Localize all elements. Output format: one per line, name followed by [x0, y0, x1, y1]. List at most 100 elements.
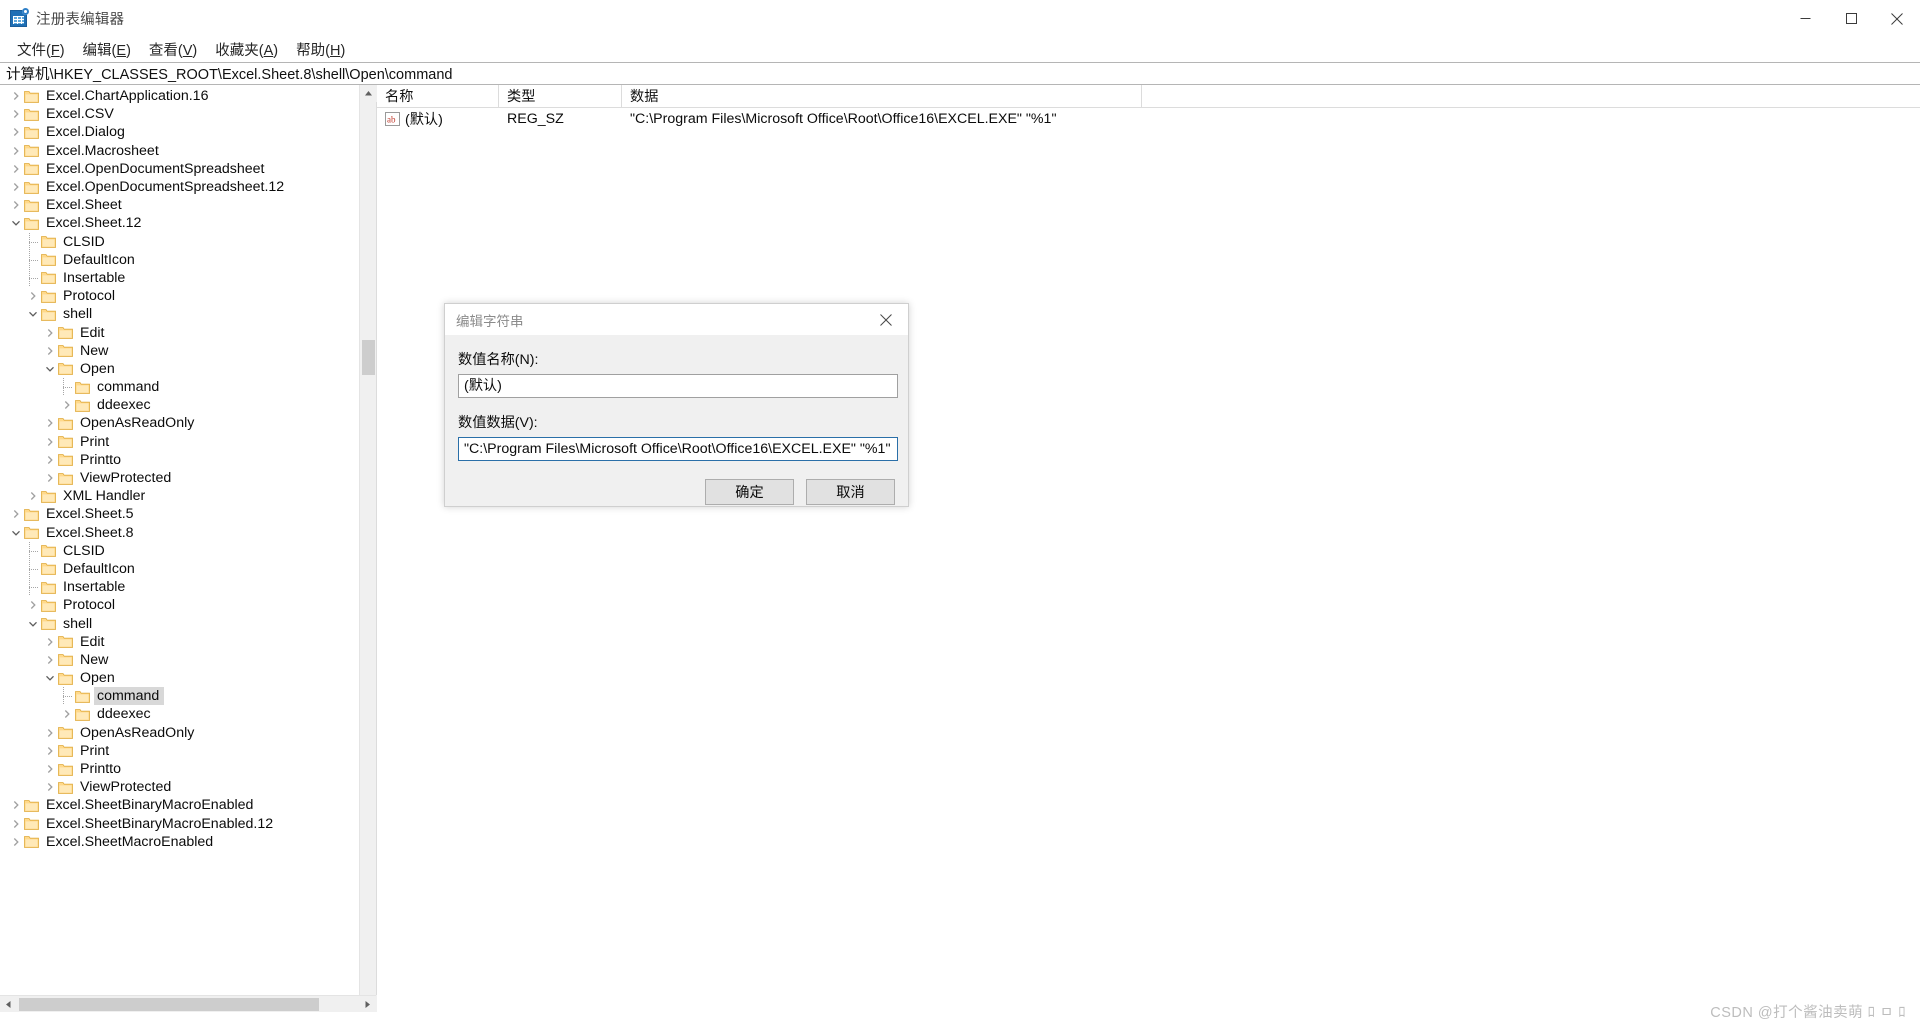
maximize-button[interactable]: [1828, 0, 1874, 37]
tree-item-printto[interactable]: Printto: [0, 760, 376, 778]
tree-item-defaulticon[interactable]: DefaultIcon: [0, 251, 376, 269]
chevron-right-icon[interactable]: [42, 451, 58, 469]
value-name-input[interactable]: (默认): [458, 374, 898, 398]
chevron-right-icon[interactable]: [42, 633, 58, 651]
menu-item-help[interactable]: 帮助(H): [287, 37, 354, 62]
tree-item-shell[interactable]: shell: [0, 614, 376, 632]
scroll-up-arrow-icon[interactable]: [360, 85, 377, 102]
menu-item-favorites[interactable]: 收藏夹(A): [206, 37, 287, 62]
tree-item-excel-csv[interactable]: Excel.CSV: [0, 105, 376, 123]
tree-item-insertable[interactable]: Insertable: [0, 578, 376, 596]
chevron-down-icon[interactable]: [25, 615, 41, 633]
column-header-type[interactable]: 类型: [499, 85, 622, 107]
tree-item-excel-opendocumentspreadsheet-12[interactable]: Excel.OpenDocumentSpreadsheet.12: [0, 178, 376, 196]
address-bar[interactable]: 计算机\HKEY_CLASSES_ROOT\Excel.Sheet.8\shel…: [0, 62, 1920, 85]
tree-item-ddeexec[interactable]: ddeexec: [0, 396, 376, 414]
tree-item-excel-dialog[interactable]: Excel.Dialog: [0, 123, 376, 141]
chevron-right-icon[interactable]: [8, 178, 24, 196]
chevron-right-icon[interactable]: [8, 123, 24, 141]
tree-item-protocol[interactable]: Protocol: [0, 596, 376, 614]
chevron-right-icon[interactable]: [8, 142, 24, 160]
chevron-right-icon[interactable]: [8, 815, 24, 833]
chevron-right-icon[interactable]: [42, 760, 58, 778]
chevron-right-icon[interactable]: [8, 833, 24, 851]
chevron-right-icon[interactable]: [25, 596, 41, 614]
tree-horizontal-scrollbar[interactable]: [0, 995, 376, 1012]
tree-hscrollbar-thumb[interactable]: [19, 998, 319, 1011]
column-header-name[interactable]: 名称: [377, 85, 499, 107]
tree-item-printto[interactable]: Printto: [0, 451, 376, 469]
chevron-right-icon[interactable]: [8, 796, 24, 814]
tree-item-defaulticon[interactable]: DefaultIcon: [0, 560, 376, 578]
tree-item-excel-macrosheet[interactable]: Excel.Macrosheet: [0, 142, 376, 160]
chevron-right-icon[interactable]: [25, 487, 41, 505]
tree-item-open[interactable]: Open: [0, 360, 376, 378]
registry-tree[interactable]: Excel.ChartApplication.16 Excel.CSV Excel.…: [0, 85, 376, 995]
chevron-right-icon[interactable]: [42, 433, 58, 451]
menu-item-view[interactable]: 查看(V): [140, 37, 206, 62]
chevron-right-icon[interactable]: [8, 505, 24, 523]
chevron-down-icon[interactable]: [42, 669, 58, 687]
tree-item-openasreadonly[interactable]: OpenAsReadOnly: [0, 724, 376, 742]
chevron-right-icon[interactable]: [42, 742, 58, 760]
table-row[interactable]: ab (默认) REG_SZ "C:\Program Files\Microso…: [377, 108, 1920, 130]
tree-item-excel-chartapplication-16[interactable]: Excel.ChartApplication.16: [0, 87, 376, 105]
chevron-down-icon[interactable]: [42, 360, 58, 378]
tree-item-edit[interactable]: Edit: [0, 323, 376, 341]
tree-item-insertable[interactable]: Insertable: [0, 269, 376, 287]
chevron-down-icon[interactable]: [25, 305, 41, 323]
tree-item-open[interactable]: Open: [0, 669, 376, 687]
tree-item-excel-sheet-5[interactable]: Excel.Sheet.5: [0, 505, 376, 523]
chevron-right-icon[interactable]: [42, 342, 58, 360]
tree-item-print[interactable]: Print: [0, 742, 376, 760]
tree-item-command[interactable]: command: [0, 378, 376, 396]
tree-item-excel-sheetmacroenabled[interactable]: Excel.SheetMacroEnabled: [0, 833, 376, 851]
menu-item-file[interactable]: 文件(F): [8, 37, 74, 62]
chevron-right-icon[interactable]: [59, 396, 75, 414]
tree-item-new[interactable]: New: [0, 651, 376, 669]
minimize-button[interactable]: [1782, 0, 1828, 37]
cancel-button[interactable]: 取消: [806, 479, 895, 505]
chevron-right-icon[interactable]: [42, 778, 58, 796]
tree-item-clsid[interactable]: CLSID: [0, 233, 376, 251]
tree-item-print[interactable]: Print: [0, 433, 376, 451]
chevron-right-icon[interactable]: [42, 469, 58, 487]
tree-scrollbar-thumb[interactable]: [362, 340, 375, 375]
tree-item-command[interactable]: command: [0, 687, 376, 706]
tree-item-protocol[interactable]: Protocol: [0, 287, 376, 305]
tree-item-shell[interactable]: shell: [0, 305, 376, 323]
chevron-right-icon[interactable]: [42, 724, 58, 742]
tree-item-excel-opendocumentspreadsheet[interactable]: Excel.OpenDocumentSpreadsheet: [0, 160, 376, 178]
tree-item-xml-handler[interactable]: XML Handler: [0, 487, 376, 505]
tree-item-excel-sheet-12[interactable]: Excel.Sheet.12: [0, 214, 376, 232]
chevron-down-icon[interactable]: [8, 214, 24, 232]
scroll-left-arrow-icon[interactable]: [0, 996, 17, 1013]
chevron-right-icon[interactable]: [42, 651, 58, 669]
tree-item-excel-sheetbinarymacroenabled[interactable]: Excel.SheetBinaryMacroEnabled: [0, 796, 376, 814]
chevron-right-icon[interactable]: [42, 414, 58, 432]
chevron-right-icon[interactable]: [42, 324, 58, 342]
chevron-down-icon[interactable]: [8, 524, 24, 542]
chevron-right-icon[interactable]: [8, 105, 24, 123]
close-button[interactable]: [1874, 0, 1920, 37]
ok-button[interactable]: 确定: [705, 479, 794, 505]
tree-item-viewprotected[interactable]: ViewProtected: [0, 469, 376, 487]
chevron-right-icon[interactable]: [8, 196, 24, 214]
tree-item-ddeexec[interactable]: ddeexec: [0, 705, 376, 723]
chevron-right-icon[interactable]: [25, 287, 41, 305]
tree-item-new[interactable]: New: [0, 342, 376, 360]
tree-item-clsid[interactable]: CLSID: [0, 542, 376, 560]
chevron-right-icon[interactable]: [59, 705, 75, 723]
tree-item-excel-sheet-8[interactable]: Excel.Sheet.8: [0, 524, 376, 542]
tree-item-excel-sheet[interactable]: Excel.Sheet: [0, 196, 376, 214]
tree-item-excel-sheetbinarymacroenabled-12[interactable]: Excel.SheetBinaryMacroEnabled.12: [0, 815, 376, 833]
value-data-input[interactable]: "C:\Program Files\Microsoft Office\Root\…: [458, 437, 898, 461]
chevron-right-icon[interactable]: [8, 87, 24, 105]
chevron-right-icon[interactable]: [8, 160, 24, 178]
tree-item-viewprotected[interactable]: ViewProtected: [0, 778, 376, 796]
scroll-right-arrow-icon[interactable]: [359, 996, 376, 1013]
tree-item-edit[interactable]: Edit: [0, 633, 376, 651]
tree-vertical-scrollbar[interactable]: [359, 85, 377, 1012]
menu-item-edit[interactable]: 编辑(E): [74, 37, 140, 62]
dialog-close-button[interactable]: [864, 304, 908, 335]
